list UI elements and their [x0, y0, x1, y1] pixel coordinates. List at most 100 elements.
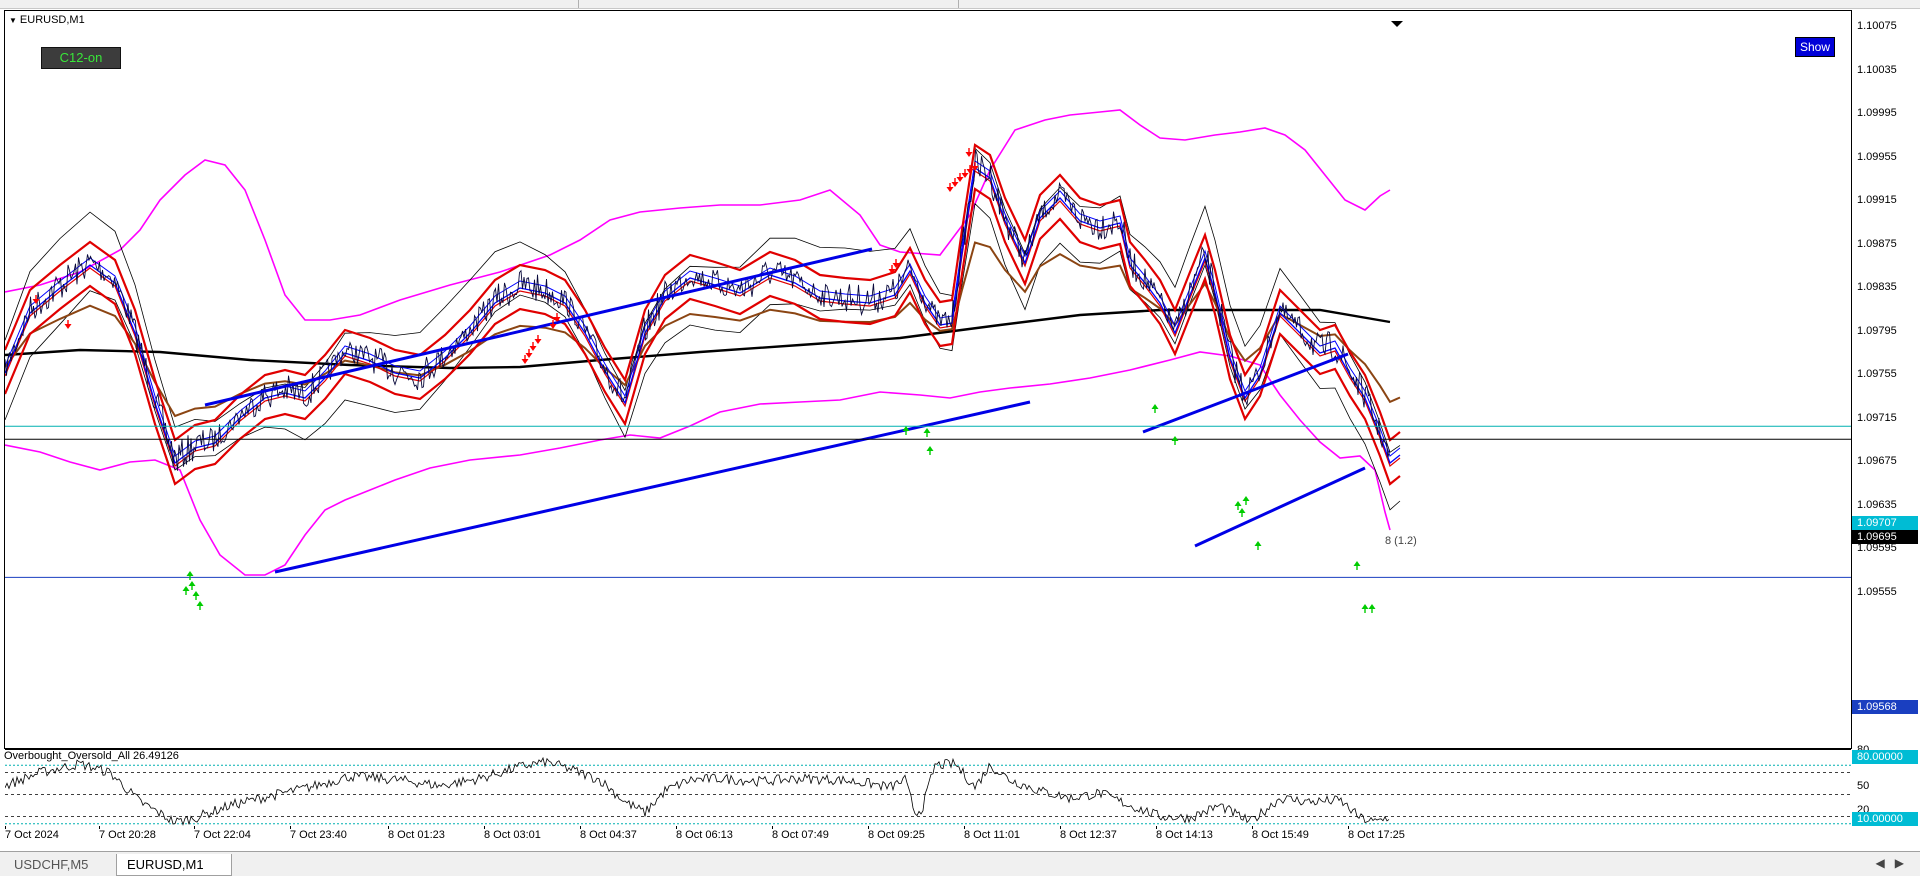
osc-lower-value-label: 10.00000 [1852, 812, 1918, 826]
buy-signal-arrow [1151, 404, 1159, 413]
time-tick-mark [1156, 826, 1157, 829]
price-tick-label: 1.09795 [1857, 324, 1897, 337]
buy-signal-arrow [902, 426, 910, 435]
time-tick-label: 7 Oct 22:04 [194, 829, 251, 841]
time-tick-mark [484, 826, 485, 829]
time-tick-label: 8 Oct 12:37 [1060, 829, 1117, 841]
osc-tick-label: 50 [1857, 780, 1870, 792]
sell-signal-arrow [521, 355, 529, 364]
sell-signal-arrow [525, 349, 533, 358]
symbol-header: ▼ EURUSD,M1 [9, 14, 85, 26]
time-tick-label: 7 Oct 20:28 [99, 829, 156, 841]
time-tick-mark [1252, 826, 1253, 829]
level-price-label: 1.09568 [1852, 700, 1918, 714]
price-tick-label: 1.09555 [1857, 585, 1897, 598]
time-tick-label: 8 Oct 09:25 [868, 829, 925, 841]
osc-upper-value-label: 80.00000 [1852, 750, 1918, 764]
buy-signal-arrow [1368, 604, 1376, 613]
price-tick-label: 1.09675 [1857, 455, 1897, 467]
time-tick-label: 7 Oct 23:40 [290, 829, 347, 841]
time-tick-label: 8 Oct 17:25 [1348, 829, 1405, 841]
dropdown-triangle-icon[interactable]: ▼ [9, 16, 17, 25]
trend-channel-line [204, 247, 873, 407]
envelope-middle [5, 169, 1401, 467]
scroll-right-icon[interactable]: ▶ [1895, 856, 1914, 870]
buy-signal-arrow [196, 601, 204, 610]
fib-label: 8 (1.2) [1385, 535, 1417, 547]
time-tick-mark [772, 826, 773, 829]
sell-signal-arrow [534, 335, 542, 344]
time-tick-label: 8 Oct 04:37 [580, 829, 637, 841]
time-tick-label: 8 Oct 15:49 [1252, 829, 1309, 841]
top-toolbar-strip [0, 0, 1920, 9]
oscillator-pane[interactable] [5, 749, 1851, 838]
trend-channel-line [1142, 352, 1349, 434]
scroll-left-icon[interactable]: ◀ [1876, 856, 1895, 870]
time-tick-label: 8 Oct 11:01 [964, 829, 1021, 841]
buy-signal-arrow [1242, 496, 1250, 505]
time-tick-mark [388, 826, 389, 829]
oscillator-label: Overbought_Oversold_All 26.49126 [4, 750, 179, 762]
buy-signal-arrow [926, 446, 934, 455]
trend-channel-line [1194, 466, 1366, 548]
price-tick-label: 1.10035 [1857, 63, 1897, 76]
buy-signal-arrow [186, 571, 194, 580]
time-tick-label: 8 Oct 01:23 [388, 829, 445, 841]
buy-signal-arrow [1361, 604, 1369, 613]
sell-signal-arrow [529, 342, 537, 351]
time-tick-mark [964, 826, 965, 829]
moving-average-blue-slow [5, 160, 1401, 457]
price-tick-label: 1.09915 [1857, 194, 1897, 206]
buy-signal-arrow [923, 428, 931, 437]
ask-price-label: 1.09707 [1852, 516, 1918, 530]
sell-signal-arrow [549, 320, 557, 329]
sell-signal-arrow [965, 148, 973, 157]
time-tick-mark [1348, 826, 1349, 829]
sell-signal-arrow [951, 178, 959, 187]
time-tick-mark [580, 826, 581, 829]
show-button[interactable]: Show [1795, 37, 1835, 57]
buy-signal-arrow [1238, 508, 1246, 517]
price-tick-label: 1.09835 [1857, 281, 1897, 293]
oscillator-canvas[interactable] [5, 750, 1851, 838]
chart-window[interactable]: 8 (1.2) ▼ EURUSD,M1 C12-on Show [4, 10, 1852, 826]
time-tick-mark [676, 826, 677, 829]
price-tick-label: 1.10075 [1857, 20, 1897, 32]
chart-shift-marker-icon[interactable] [1391, 21, 1403, 27]
buy-signal-arrow [188, 581, 196, 590]
toolbar-separator [958, 0, 959, 8]
symbol-label: EURUSD,M1 [19, 14, 85, 26]
buy-signal-arrow [182, 586, 190, 595]
time-tick-mark [5, 826, 6, 829]
sell-signal-arrow [946, 183, 954, 192]
price-tick-label: 1.09875 [1857, 237, 1897, 250]
toolbar-separator [578, 0, 579, 8]
time-tick-mark [194, 826, 195, 829]
buy-signal-arrow [1353, 561, 1361, 570]
tab-eurusd-m1[interactable]: EURUSD,M1 [116, 854, 232, 876]
time-tick-mark [868, 826, 869, 829]
buy-signal-arrow [1171, 436, 1179, 445]
time-tick-label: 8 Oct 06:13 [676, 829, 733, 841]
price-tick-label: 1.09955 [1857, 150, 1897, 163]
buy-signal-arrow [192, 591, 200, 600]
time-tick-label: 7 Oct 2024 [5, 829, 59, 841]
c12-toggle-button[interactable]: C12-on [41, 47, 121, 69]
time-tick-mark [1060, 826, 1061, 829]
time-tick-label: 8 Oct 07:49 [772, 829, 829, 841]
tab-usdchf-m5[interactable]: USDCHF,M5 [4, 854, 123, 875]
oscillator-line [5, 756, 1390, 826]
trend-channel-line [274, 400, 1031, 574]
price-tick-label: 1.09755 [1857, 368, 1897, 380]
price-tick-label: 1.09995 [1857, 107, 1897, 119]
price-pane[interactable]: 8 (1.2) [5, 11, 1851, 745]
price-tick-label: 1.09715 [1857, 411, 1897, 424]
time-tick-mark [99, 826, 100, 829]
price-chart-canvas[interactable]: 8 (1.2) [5, 11, 1851, 745]
time-tick-label: 8 Oct 14:13 [1156, 829, 1213, 841]
current-price-label: 1.09695 [1852, 530, 1918, 544]
buy-signal-arrow [1254, 541, 1262, 550]
tab-scroll-buttons[interactable]: ◀▶ [1876, 856, 1914, 870]
sell-signal-arrow [64, 320, 72, 329]
buy-signal-arrow [1234, 501, 1242, 510]
